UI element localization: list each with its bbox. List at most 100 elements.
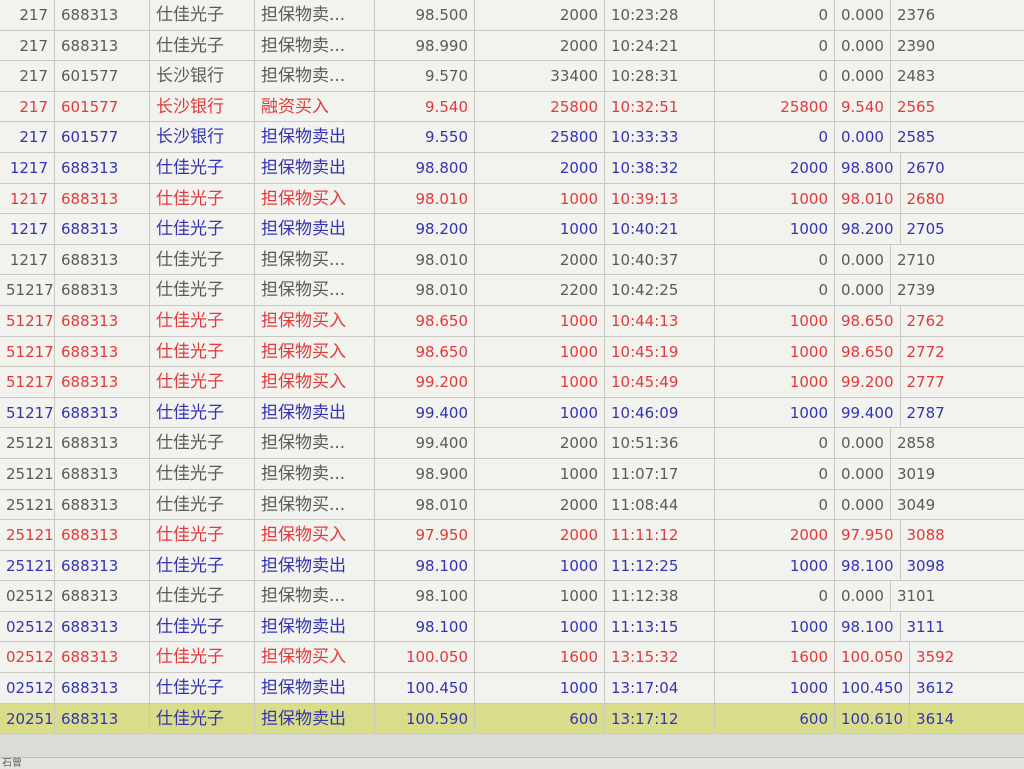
cell-account: 20251217 — [0, 703, 55, 734]
cell-filled-qty: 2000 — [715, 520, 835, 550]
table-row[interactable]: 251217688313仕佳光子担保物买...98.010200011:08:4… — [0, 489, 1024, 521]
cell-stock-name: 仕佳光子 — [150, 152, 255, 183]
cell-order-price: 98.900 — [375, 458, 475, 489]
cell-order-price: 98.800 — [375, 152, 475, 183]
cell-account: 1217 — [0, 244, 55, 275]
table-row[interactable]: 20251217688313仕佳光子担保物卖出100.59060013:17:1… — [0, 703, 1024, 735]
cell-filled-qty: 2000 — [715, 152, 835, 183]
cell-filled-price: 0.000 — [835, 30, 891, 61]
cell-stock-name: 仕佳光子 — [150, 244, 255, 275]
table-row[interactable]: 51217 688313 仕佳光子 担保物买入 98.650 1000 10:45:19 10… — [0, 336, 1024, 368]
cell-order-qty: 1000 — [475, 673, 605, 703]
cell-stock-name: 仕佳光子 — [150, 214, 255, 244]
cell-stock-code: 688313 — [55, 0, 150, 30]
table-row[interactable]: 0251217688313仕佳光子担保物买入100.050160013:15:3… — [0, 642, 1024, 674]
cell-filled-qty: 600 — [715, 703, 835, 734]
cell-order-price: 98.010 — [375, 244, 475, 275]
cell-order-time: 10:42:25 — [605, 275, 715, 305]
cell-stock-code: 688313 — [55, 673, 150, 703]
table-row[interactable]: 0251217688313仕佳光子担保物卖出100.450100013:17:0… — [0, 673, 1024, 704]
cell-stock-code: 688313 — [55, 244, 150, 275]
cell-filled-qty: 1000 — [715, 214, 835, 244]
table-row[interactable]: 217 601577 长沙银行 融资买入 9.540 25800 10:32:51 25800… — [0, 91, 1024, 123]
cell-filled-qty: 0 — [715, 61, 835, 91]
cell-order-price: 9.540 — [375, 91, 475, 122]
cell-order-time: 10:39:13 — [605, 183, 715, 214]
cell-order-ref: 2376 — [896, 6, 936, 24]
cell-operation: 担保物卖... — [255, 428, 375, 458]
cell-order-ref: 3111 — [906, 617, 945, 636]
cell-stock-name: 仕佳光子 — [150, 458, 255, 489]
cell-order-qty: 1000 — [475, 367, 605, 397]
table-row[interactable]: 51217 688313 仕佳光子 担保物卖出 99.400 1000 10:46:09 10… — [0, 397, 1024, 429]
cell-operation: 担保物卖出 — [255, 214, 375, 244]
cell-stock-name: 仕佳光子 — [150, 703, 255, 734]
table-row[interactable]: 251217688313仕佳光子担保物卖...99.400200010:51:3… — [0, 428, 1024, 459]
cell-filled-price: 98.010 — [835, 183, 901, 214]
table-row[interactable]: 217 688313 仕佳光子 担保物卖... 98.990 2000 10:24:21 0 0… — [0, 30, 1024, 62]
cell-order-price: 9.570 — [375, 61, 475, 91]
table-row[interactable]: 251217688313仕佳光子担保物卖出98.100100011:12:251… — [0, 550, 1024, 582]
cell-stock-code: 688313 — [55, 458, 150, 489]
order-history-table: 217 688313 仕佳光子 担保物卖... 98.500 2000 10:23:28 0 0… — [0, 0, 1024, 735]
cell-filled-price: 100.050 — [835, 642, 911, 673]
cell-filled-qty: 0 — [715, 458, 835, 489]
cell-account: 251217 — [0, 428, 55, 458]
cell-order-ref: 3592 — [916, 648, 955, 667]
cell-order-qty: 2000 — [475, 428, 605, 458]
cell-stock-code: 688313 — [55, 336, 150, 367]
cell-order-time: 10:24:21 — [605, 30, 715, 61]
cell-order-price: 98.990 — [375, 30, 475, 61]
cell-account: 0251217 — [0, 611, 55, 642]
cell-stock-name: 长沙银行 — [150, 122, 255, 152]
cell-order-time: 10:38:32 — [605, 152, 715, 183]
cell-account: 1217 — [0, 152, 55, 183]
table-row[interactable]: 251217688313仕佳光子担保物卖...98.900100011:07:1… — [0, 458, 1024, 490]
cell-filled-price: 99.400 — [835, 397, 901, 428]
cell-order-qty: 25800 — [475, 91, 605, 122]
cell-order-qty: 33400 — [475, 61, 605, 91]
cell-account: 251217 — [0, 520, 55, 550]
cell-operation: 担保物买入 — [255, 183, 375, 214]
cell-order-qty: 2000 — [475, 244, 605, 275]
cell-filled-qty: 25800 — [715, 91, 835, 122]
table-row[interactable]: 0251217688313仕佳光子担保物卖...98.100100011:12:… — [0, 581, 1024, 612]
table-row[interactable]: 1217 688313 仕佳光子 担保物卖出 98.800 2000 10:38:32 200… — [0, 152, 1024, 184]
table-row[interactable]: 1217 688313 仕佳光子 担保物卖出 98.200 1000 10:40:21 100… — [0, 214, 1024, 245]
table-row[interactable]: 51217 688313 仕佳光子 担保物买入 99.200 1000 10:45:49 10… — [0, 367, 1024, 398]
table-row[interactable]: 217 688313 仕佳光子 担保物卖... 98.500 2000 10:23:28 0 0… — [0, 0, 1024, 31]
cell-stock-code: 688313 — [55, 214, 150, 244]
cell-stock-code: 688313 — [55, 397, 150, 428]
cell-order-time: 10:45:49 — [605, 367, 715, 397]
cell-stock-name: 仕佳光子 — [150, 336, 255, 367]
cell-order-ref: 2777 — [906, 373, 945, 392]
cell-order-time: 13:17:12 — [605, 703, 715, 734]
cell-operation: 担保物卖出 — [255, 550, 375, 581]
table-row[interactable]: 0251217688313仕佳光子担保物卖出98.100100011:13:15… — [0, 611, 1024, 643]
cell-order-ref: 2739 — [896, 281, 936, 300]
cell-order-qty: 1000 — [475, 611, 605, 642]
cell-filled-qty: 1000 — [715, 550, 835, 581]
cell-filled-qty: 0 — [715, 30, 835, 61]
cell-order-ref: 3612 — [916, 679, 955, 698]
cell-order-time: 11:08:44 — [605, 489, 715, 520]
cell-stock-code: 688313 — [55, 703, 150, 734]
cell-stock-name: 仕佳光子 — [150, 275, 255, 305]
cell-stock-code: 688313 — [55, 275, 150, 305]
cell-filled-price: 0.000 — [835, 428, 891, 458]
table-row[interactable]: 217 601577 长沙银行 担保物卖... 9.570 33400 10:28:31 0 0… — [0, 61, 1024, 92]
cell-operation: 融资买入 — [255, 91, 375, 122]
table-row[interactable]: 1217 688313 仕佳光子 担保物买入 98.010 1000 10:39:13 100… — [0, 183, 1024, 215]
cell-operation: 担保物卖出 — [255, 397, 375, 428]
table-row[interactable]: 51217 688313 仕佳光子 担保物买... 98.010 2200 10:42:25… — [0, 275, 1024, 306]
table-row[interactable]: 1217 688313 仕佳光子 担保物买... 98.010 2000 10:40:37 0… — [0, 244, 1024, 276]
cell-order-price: 100.050 — [375, 642, 475, 673]
table-row[interactable]: 217 601577 长沙银行 担保物卖出 9.550 25800 10:33:33 0 0.0… — [0, 122, 1024, 153]
table-row[interactable]: 251217688313仕佳光子担保物买入97.950200011:11:122… — [0, 520, 1024, 551]
cell-order-qty: 2200 — [475, 275, 605, 305]
cell-operation: 担保物买入 — [255, 336, 375, 367]
table-row[interactable]: 51217 688313 仕佳光子 担保物买入 98.650 1000 10:44:13 10… — [0, 305, 1024, 337]
cell-filled-price: 0.000 — [835, 458, 891, 489]
cell-stock-code: 688313 — [55, 305, 150, 336]
cell-operation: 担保物卖出 — [255, 611, 375, 642]
